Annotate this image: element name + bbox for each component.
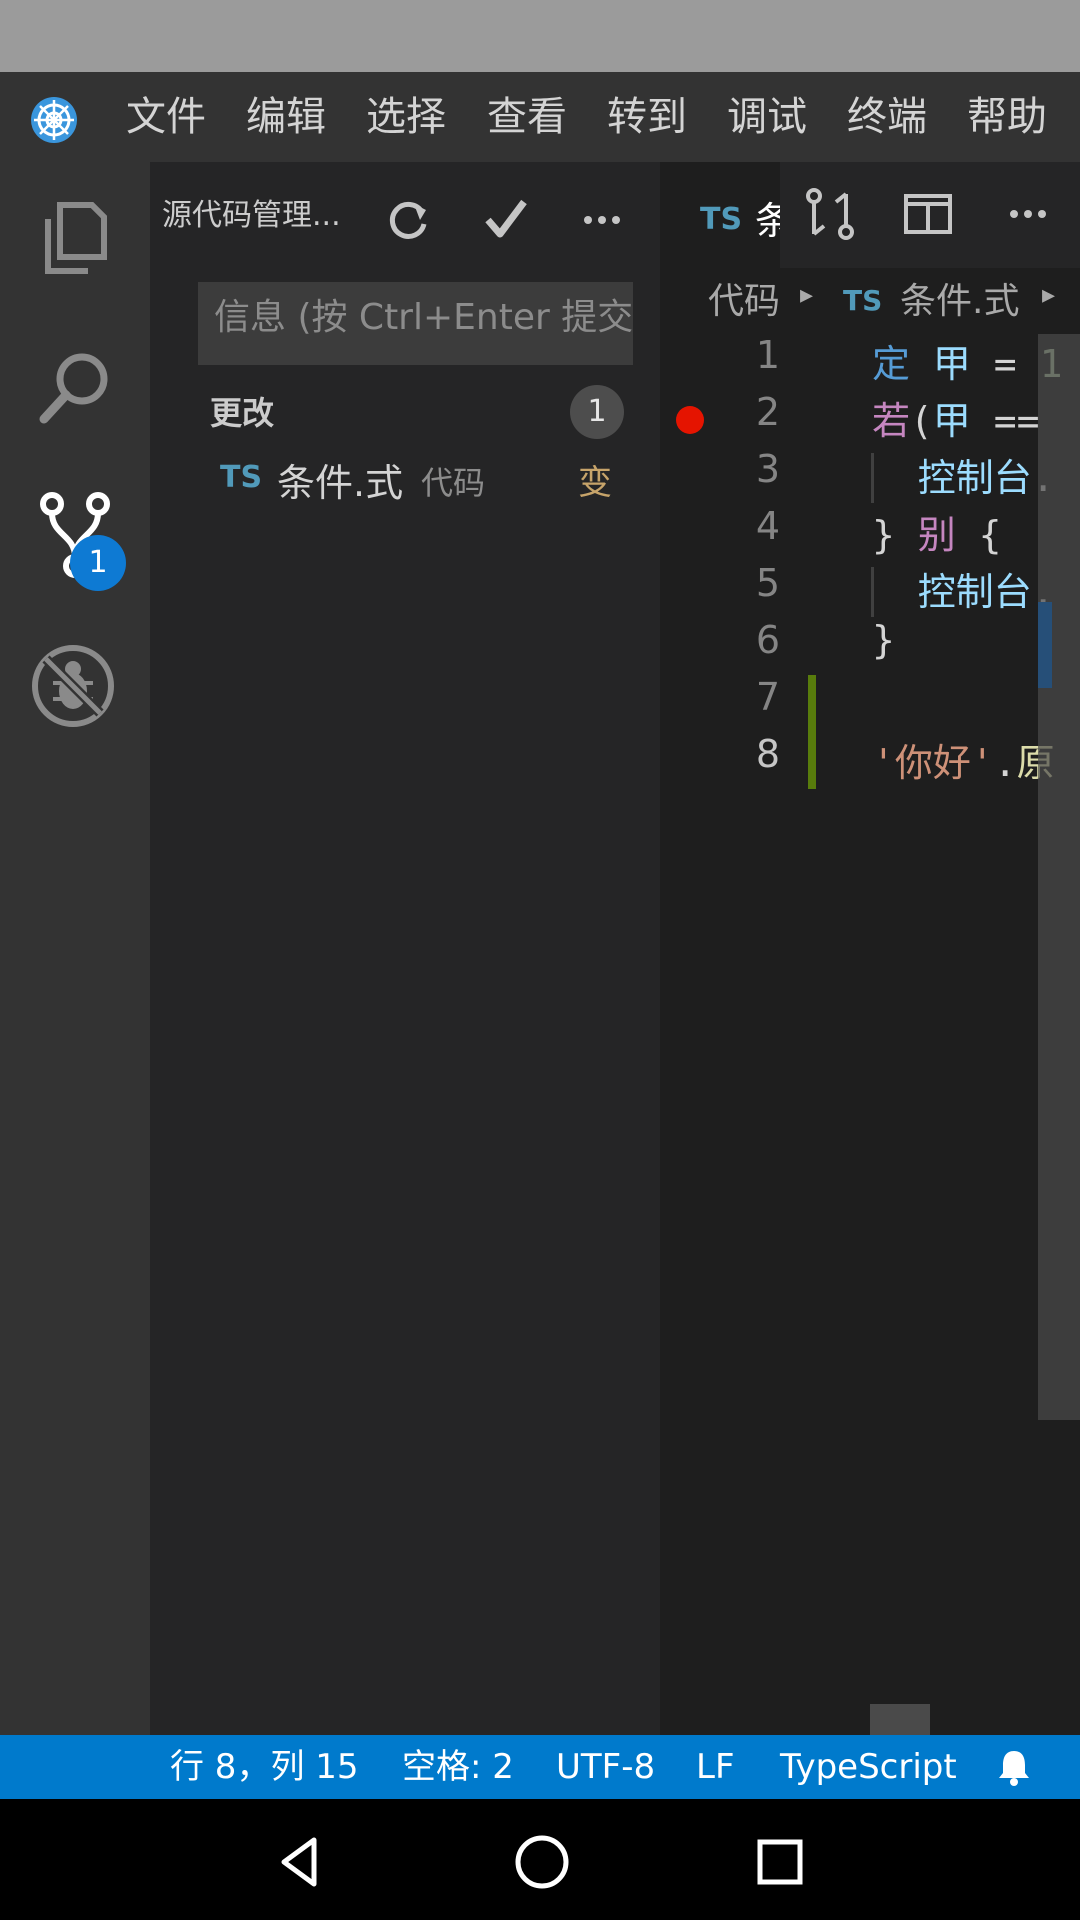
menu-edit[interactable]: 编辑 [246, 72, 326, 162]
code-text: 控制台. [917, 570, 1055, 614]
commit-check-icon[interactable] [476, 190, 536, 250]
code-text: '你好'.原 [872, 741, 1055, 785]
line-number: 4 [755, 504, 780, 548]
editor-more-icon[interactable] [998, 184, 1058, 244]
code-text: } 别 { [872, 513, 1002, 557]
back-icon[interactable] [270, 1832, 330, 1892]
breakpoint-icon[interactable] [676, 406, 704, 434]
code-text: 定 甲 = 1 [872, 342, 1062, 386]
breadcrumb-typescript-icon: TS [843, 284, 883, 317]
indent-guide [871, 567, 874, 617]
more-actions-icon[interactable] [572, 190, 632, 250]
notification-bell-icon[interactable] [992, 1745, 1036, 1789]
minimap[interactable] [1038, 334, 1080, 1420]
code-text: } [872, 618, 895, 662]
line-number: 6 [755, 618, 780, 662]
cursor-position[interactable]: 行 8，列 15 [170, 1735, 359, 1799]
navigation-bar [0, 1799, 1080, 1920]
line-number: 2 [755, 390, 780, 434]
changes-count-badge: 1 [570, 385, 624, 439]
encoding-status[interactable]: UTF-8 [556, 1735, 655, 1799]
line-number: 7 [755, 675, 780, 719]
menu-bar: 文件 编辑 选择 查看 转到 调试 终端 帮助 [0, 72, 1080, 162]
line-number: 5 [755, 561, 780, 605]
horizontal-scrollbar-thumb[interactable] [870, 1704, 930, 1735]
menu-view[interactable]: 查看 [487, 72, 567, 162]
indent-guide [871, 453, 874, 503]
tab-typescript-icon: TS [700, 202, 743, 237]
menu-go[interactable]: 转到 [607, 72, 687, 162]
panel-title: 源代码管理... [162, 198, 341, 233]
minimap-highlight [1038, 602, 1052, 688]
file-status-badge: 变 [578, 463, 612, 503]
open-changes-icon[interactable] [800, 184, 860, 244]
modified-lines-indicator [808, 675, 816, 789]
line-number: 8 [755, 732, 780, 776]
code-text: 若(甲 == [872, 399, 1040, 443]
menu-selection[interactable]: 选择 [366, 72, 446, 162]
changed-file-dir: 代码 [421, 464, 486, 502]
indentation-status[interactable]: 空格: 2 [402, 1735, 514, 1799]
status-bar: 行 8，列 15 空格: 2 UTF-8 LF TypeScript [0, 1735, 1080, 1799]
editor-actions [780, 162, 1080, 268]
breadcrumb-chevron-icon: ▸ [800, 280, 814, 310]
language-status[interactable]: TypeScript [780, 1735, 957, 1799]
files-icon[interactable] [30, 193, 120, 283]
refresh-icon[interactable] [378, 190, 438, 250]
split-editor-icon[interactable] [898, 184, 958, 244]
code-text: 控制台. [917, 456, 1055, 500]
commit-message-placeholder: 信息 (按 Ctrl+Enter 提交) [214, 297, 633, 338]
menu-help[interactable]: 帮助 [967, 72, 1047, 162]
breadcrumb-folder[interactable]: 代码 [708, 272, 780, 324]
menu-terminal[interactable]: 终端 [847, 72, 927, 162]
typescript-file-icon: TS [220, 460, 263, 495]
breadcrumb-chevron-icon: ▸ [1042, 280, 1056, 310]
line-number: 1 [755, 333, 780, 377]
changes-group-label[interactable]: 更改 [210, 388, 274, 434]
commit-message-input[interactable]: 信息 (按 Ctrl+Enter 提交) [198, 282, 633, 365]
scm-count-badge: 1 [70, 535, 126, 591]
line-number: 3 [755, 447, 780, 491]
home-icon[interactable] [510, 1830, 574, 1894]
debug-icon[interactable] [28, 641, 118, 731]
app-logo-icon [31, 97, 77, 143]
search-icon[interactable] [30, 343, 120, 433]
changed-file-name[interactable]: 条件.式 [277, 452, 403, 507]
system-status-strip [0, 0, 1080, 72]
menu-file[interactable]: 文件 [126, 72, 206, 162]
recents-icon[interactable] [750, 1832, 810, 1892]
eol-status[interactable]: LF [696, 1735, 735, 1799]
breadcrumb-file[interactable]: 条件.式 [900, 272, 1019, 324]
menu-debug[interactable]: 调试 [727, 72, 807, 162]
